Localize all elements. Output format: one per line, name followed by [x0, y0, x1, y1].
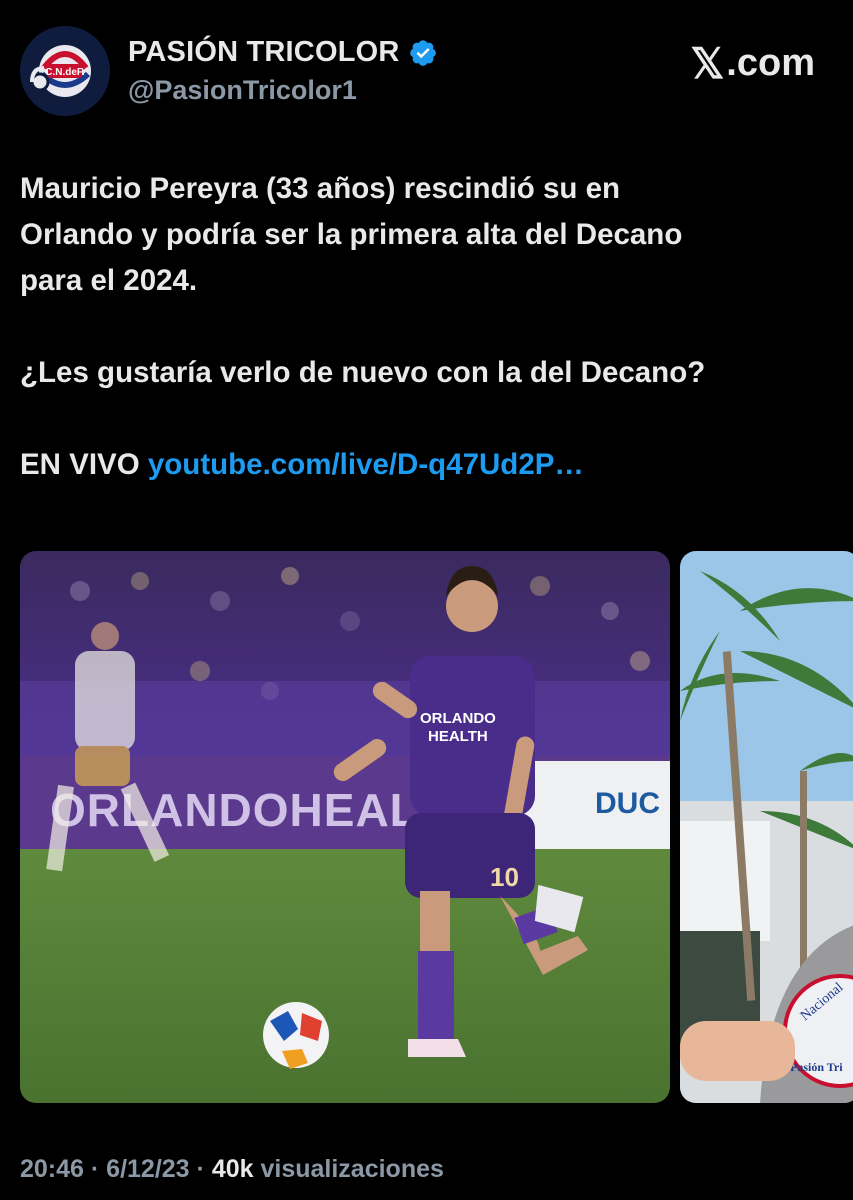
- soccer-photo: ORLANDOHEALTH DUC ORLANDO HEALTH 10: [20, 551, 670, 1103]
- x-domain-text: .com: [726, 42, 815, 84]
- meta-separator: ·: [189, 1155, 212, 1183]
- media-photo-2[interactable]: Nacional Pasión Tri: [680, 551, 853, 1103]
- x-com-logo: 𝕏 .com: [690, 42, 815, 85]
- media-gallery: ORLANDOHEALTH DUC ORLANDO HEALTH 10 Naci…: [20, 551, 853, 1103]
- tweet-line: para el 2024.: [20, 264, 198, 297]
- tweet-line: ¿Les gustaría verlo de nuevo con la del …: [20, 356, 706, 389]
- board-right-text: DUC: [595, 787, 660, 820]
- tweet-meta: 20:46 · 6/12/23 · 40k visualizaciones: [20, 1155, 444, 1184]
- tweet-line: Mauricio Pereyra (33 años) rescindió su …: [20, 172, 621, 205]
- tweet-line: Orlando y podría ser la primera alta del…: [20, 218, 683, 251]
- meta-separator: ·: [83, 1155, 107, 1183]
- live-label: EN VIVO: [20, 448, 140, 481]
- tweet-time[interactable]: 20:46: [20, 1155, 84, 1183]
- jersey-text-2: HEALTH: [428, 728, 488, 745]
- youtube-link[interactable]: youtube.com/live/D-q47Ud2P…: [148, 448, 584, 481]
- tweet-live-line: EN VIVO youtube.com/live/D-q47Ud2P…: [20, 442, 835, 488]
- media-photo-1[interactable]: ORLANDOHEALTH DUC ORLANDO HEALTH 10: [20, 551, 670, 1103]
- avatar-text: C.N.deF.: [45, 67, 85, 78]
- author-handle[interactable]: @PasionTricolor1: [128, 75, 438, 106]
- tweet-body: Mauricio Pereyra (33 años) rescindió su …: [20, 166, 835, 488]
- palm-trees-photo: Nacional Pasión Tri: [680, 551, 853, 1103]
- views-count: 40k: [211, 1155, 254, 1183]
- jersey-text-1: ORLANDO: [420, 710, 496, 727]
- avatar-logo-icon: C.N.deF.: [20, 26, 110, 116]
- verified-badge-icon: [409, 39, 436, 66]
- views-label: visualizaciones: [253, 1155, 444, 1183]
- badge-text-2: Pasión Tri: [790, 1060, 843, 1074]
- jersey-number: 10: [490, 862, 519, 892]
- avatar[interactable]: C.N.deF.: [20, 26, 110, 116]
- author-display-name[interactable]: PASIÓN TRICOLOR: [128, 36, 400, 69]
- x-logo-icon: 𝕏: [690, 39, 725, 87]
- tweet-date[interactable]: 6/12/23: [106, 1155, 189, 1183]
- tweet-header: C.N.deF. PASIÓN TRICOLOR @PasionTricolor…: [20, 26, 833, 118]
